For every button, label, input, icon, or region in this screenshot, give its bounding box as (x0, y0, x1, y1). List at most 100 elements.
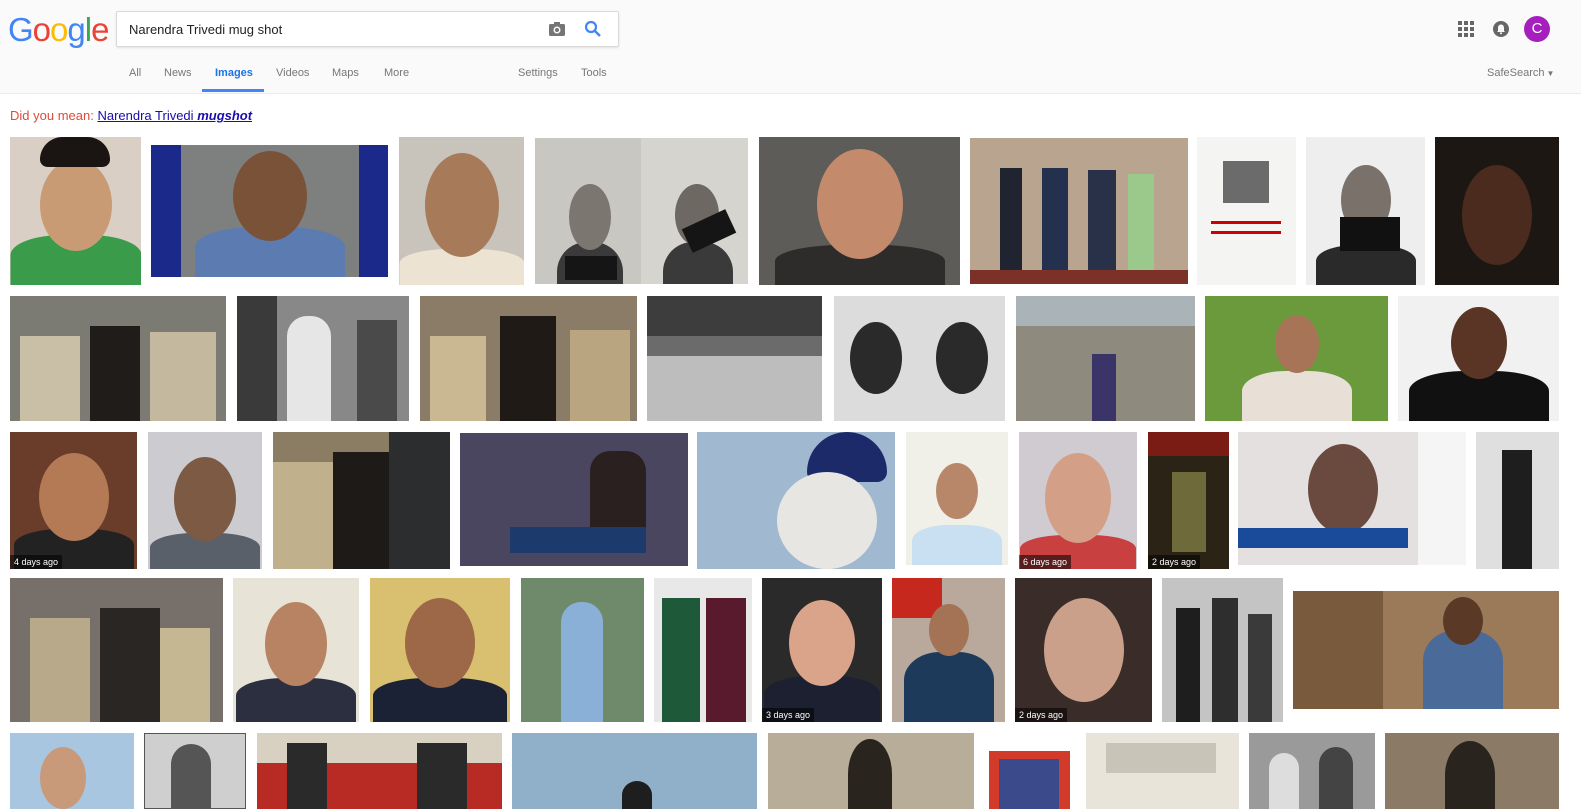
figure-shape (1045, 453, 1111, 543)
figure-shape (1043, 598, 1124, 702)
image-result[interactable] (257, 733, 502, 809)
image-result[interactable]: 3 days ago (762, 578, 882, 722)
figure-shape (1088, 170, 1116, 284)
image-result[interactable] (1293, 591, 1559, 709)
figure-shape (622, 781, 652, 809)
image-result[interactable] (144, 733, 246, 809)
image-result[interactable] (1205, 296, 1388, 421)
image-result[interactable] (759, 137, 960, 285)
image-result[interactable] (654, 578, 752, 722)
camera-icon[interactable] (548, 21, 566, 37)
tab-all[interactable]: All (129, 67, 141, 79)
image-result[interactable] (10, 137, 141, 285)
image-result[interactable] (535, 138, 748, 284)
safesearch-dropdown[interactable]: SafeSearch ▼ (1487, 67, 1554, 79)
image-result[interactable] (273, 432, 450, 569)
image-result[interactable] (1476, 432, 1559, 569)
figure-shape (1172, 472, 1206, 552)
image-result[interactable] (1435, 137, 1559, 285)
image-result[interactable] (10, 733, 134, 809)
image-result[interactable]: 4 days ago (10, 432, 137, 569)
figure-shape (287, 743, 327, 809)
tab-maps[interactable]: Maps (332, 67, 359, 79)
figure-shape (1241, 371, 1352, 421)
tab-more[interactable]: More (384, 67, 409, 79)
image-result[interactable]: 6 days ago (1019, 432, 1137, 569)
image-result[interactable] (151, 145, 388, 277)
figure-shape (1016, 296, 1195, 326)
image-result[interactable] (970, 138, 1188, 284)
image-result[interactable] (1385, 733, 1559, 809)
notifications-icon[interactable] (1492, 20, 1510, 38)
figure-shape (647, 356, 822, 421)
figure-shape (1238, 528, 1408, 548)
figure-shape (936, 322, 988, 394)
image-result[interactable]: 2 days ago (1015, 578, 1152, 722)
settings-link[interactable]: Settings (518, 67, 558, 79)
image-result[interactable] (148, 432, 262, 569)
apps-grid-icon[interactable] (1458, 21, 1474, 37)
figure-shape (647, 296, 822, 336)
image-result[interactable] (521, 578, 644, 722)
suggestion-link[interactable]: Narendra Trivedi mugshot (97, 108, 252, 123)
figure-shape (706, 598, 746, 722)
logo-letter: e (91, 11, 109, 48)
figure-shape (970, 270, 1188, 284)
figure-shape (848, 739, 892, 809)
image-result[interactable] (460, 433, 688, 566)
search-icon[interactable] (584, 20, 602, 38)
figure-shape (777, 472, 877, 569)
figure-shape (174, 457, 236, 541)
image-result[interactable] (647, 296, 822, 421)
image-result[interactable] (10, 296, 226, 421)
figure-shape (40, 747, 86, 809)
figure-shape (357, 320, 397, 421)
figure-shape (430, 336, 486, 421)
image-result[interactable] (1016, 296, 1195, 421)
image-result[interactable] (1238, 432, 1466, 565)
logo-letter: g (67, 11, 85, 48)
image-result[interactable] (906, 432, 1008, 565)
figure-shape (999, 759, 1059, 809)
time-badge: 2 days ago (1148, 555, 1201, 569)
image-result[interactable] (1249, 733, 1375, 809)
figure-shape (30, 618, 90, 722)
google-logo[interactable]: Google (8, 10, 109, 50)
figure-shape (1269, 753, 1299, 809)
figure-shape (171, 744, 211, 808)
image-result[interactable] (233, 578, 359, 722)
image-result[interactable] (399, 137, 524, 285)
tab-videos[interactable]: Videos (276, 67, 309, 79)
image-result[interactable] (989, 733, 1070, 809)
image-result[interactable]: 2 days ago (1148, 432, 1229, 569)
image-result[interactable] (892, 578, 1005, 722)
image-result[interactable] (1306, 137, 1425, 285)
image-result[interactable] (370, 578, 510, 722)
image-result[interactable] (697, 432, 895, 569)
image-result[interactable] (1197, 137, 1296, 285)
image-result[interactable] (768, 733, 974, 809)
image-result[interactable] (1398, 296, 1559, 421)
tab-images[interactable]: Images (215, 67, 253, 79)
image-result[interactable] (512, 733, 757, 809)
figure-shape (1248, 614, 1272, 722)
figure-shape (1308, 444, 1378, 534)
figure-shape (1148, 432, 1229, 456)
chevron-down-icon: ▼ (1546, 69, 1555, 78)
figure-shape (232, 151, 307, 241)
image-result[interactable] (834, 296, 1005, 421)
figure-shape (850, 322, 902, 394)
figure-shape (90, 326, 140, 421)
top-bar: Google C All News Images Videos Maps Mor… (0, 0, 1581, 94)
image-result[interactable] (237, 296, 409, 421)
figure-shape (1211, 231, 1281, 234)
image-result[interactable] (1086, 733, 1239, 809)
avatar[interactable]: C (1524, 16, 1550, 42)
tools-link[interactable]: Tools (581, 67, 607, 79)
search-input[interactable] (129, 12, 539, 46)
image-result[interactable] (10, 578, 223, 722)
figure-shape (989, 733, 1070, 751)
tab-news[interactable]: News (164, 67, 192, 79)
image-result[interactable] (1162, 578, 1283, 722)
image-result[interactable] (420, 296, 637, 421)
